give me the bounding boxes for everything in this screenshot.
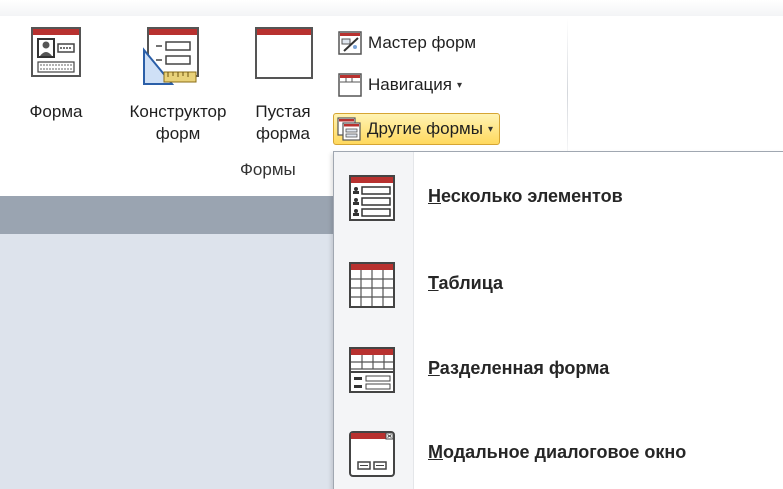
menu-item-modal-dialog[interactable]: Модальное диалоговое окно — [334, 414, 783, 489]
form-icon — [31, 27, 81, 77]
form-wizard-icon — [338, 31, 362, 55]
other-forms-icon — [337, 117, 361, 141]
label-rest: аблица — [438, 273, 504, 293]
menu-item-split-form[interactable]: Разделенная форма — [334, 330, 783, 410]
multiple-items-icon — [349, 175, 395, 221]
split-form-icon — [349, 347, 395, 393]
label-rest: азделенная форма — [439, 358, 610, 378]
modal-dialog-icon — [349, 431, 395, 477]
ribbon-top-edge — [0, 0, 783, 16]
form-designer-label-line2: форм — [155, 124, 201, 143]
other-forms-button[interactable]: Другие формы ▾ — [333, 113, 500, 145]
form-button-label: Форма — [29, 102, 83, 121]
form-button[interactable]: Форма — [14, 26, 98, 126]
accel-key: Р — [428, 358, 440, 378]
menu-item-label: Модальное диалоговое окно — [428, 442, 686, 463]
accel-key: Н — [428, 186, 441, 206]
menu-item-datasheet[interactable]: Таблица — [334, 245, 783, 325]
menu-item-label: Несколько элементов — [428, 186, 623, 207]
label-rest: одальное диалоговое окно — [443, 442, 687, 462]
blank-form-label-line1: Пустая — [255, 102, 311, 121]
label-rest: есколько элементов — [441, 186, 623, 206]
blank-form-button[interactable]: Пустая форма — [248, 26, 318, 146]
form-designer-button[interactable]: Конструктор форм — [112, 26, 244, 146]
navigation-label: Навигация — [368, 75, 452, 94]
form-wizard-button[interactable]: Мастер форм — [338, 28, 476, 58]
menu-item-label: Разделенная форма — [428, 358, 609, 379]
menu-item-label: Таблица — [428, 273, 503, 294]
workspace-area — [0, 234, 335, 489]
chevron-down-icon: ▾ — [456, 79, 463, 91]
chevron-down-icon: ▾ — [487, 123, 493, 135]
form-wizard-label: Мастер форм — [368, 33, 477, 52]
navigation-button[interactable]: Навигация ▾ — [338, 70, 462, 100]
form-designer-icon — [143, 27, 199, 85]
form-designer-label-line1: Конструктор — [129, 102, 227, 121]
ribbon-group-separator — [567, 18, 568, 168]
gray-title-bar — [0, 196, 335, 234]
accel-key: М — [428, 442, 443, 462]
datasheet-icon — [349, 262, 395, 308]
forms-group-label: Формы — [240, 160, 296, 179]
blank-form-icon — [255, 27, 313, 79]
accel-key: Т — [428, 273, 439, 293]
navigation-form-icon — [338, 73, 362, 97]
menu-item-multiple-items[interactable]: Несколько элементов — [334, 158, 783, 238]
other-forms-label: Другие формы — [367, 119, 483, 138]
blank-form-label-line2: форма — [255, 124, 311, 143]
access-create-ribbon: Форма Конструктор форм Пустая форма Маст… — [0, 0, 783, 489]
other-forms-dropdown-menu: Несколько элементов Таблица Разделенная … — [333, 151, 783, 489]
